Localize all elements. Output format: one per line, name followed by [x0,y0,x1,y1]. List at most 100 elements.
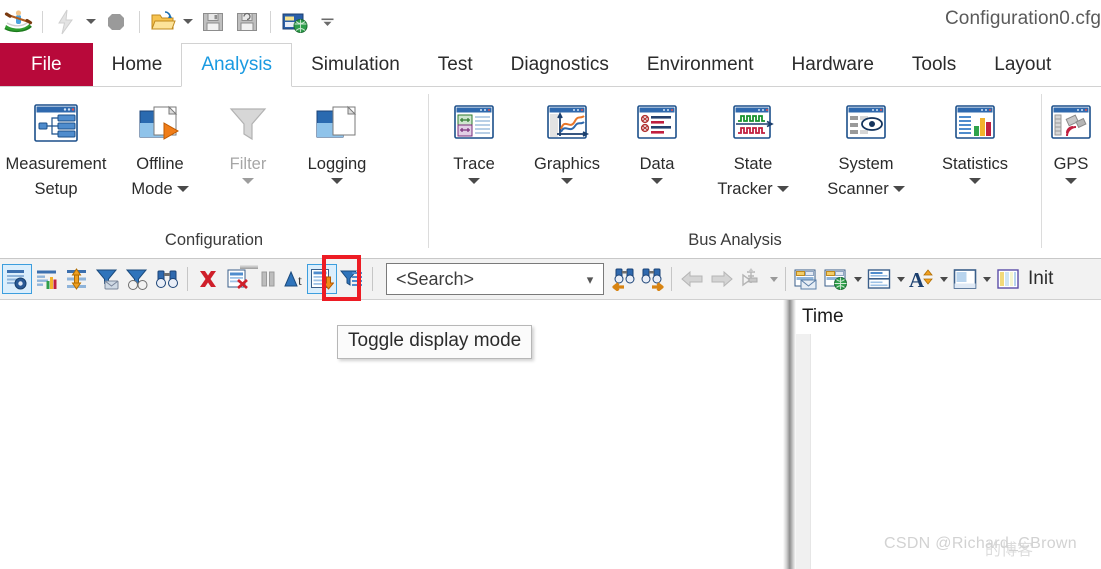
chevron-down-icon[interactable] [242,178,254,184]
ribbon-label-offline-mode-line1: Offline [136,155,184,173]
ribbon-group-title-gps [1042,250,1100,258]
open-dropdown-caret-icon[interactable] [180,19,196,24]
ribbon-button-state-tracker[interactable]: State Tracker [699,96,807,200]
tab-file[interactable]: File [0,43,93,86]
find-button[interactable] [152,264,182,294]
column-header-time[interactable]: Time [796,300,1101,334]
chevron-down-icon[interactable] [776,186,789,192]
ribbon-label-state-tracker-line1: State [733,155,773,173]
open-folder-icon[interactable] [146,5,180,39]
ribbon-logging-caret-row [331,178,343,184]
ribbon-button-system-scanner[interactable]: System Scanner [807,96,925,200]
trace-settings-button[interactable] [2,264,32,294]
ribbon-button-trace[interactable]: Trace [429,96,519,184]
trace-icon [450,98,498,150]
ribbon-label-measurement-setup-line1: Measurement [5,155,107,173]
chevron-down-icon[interactable] [1065,178,1077,184]
chevron-down-icon[interactable] [651,178,663,184]
search-input-value[interactable]: <Search> [396,269,581,290]
ribbon-button-filter[interactable]: Filter [208,96,288,184]
publish-web-button[interactable] [821,264,851,294]
expand-rows-button[interactable] [62,264,92,294]
ribbon-label-offline-mode-line2: Mode [131,178,189,200]
tab-home[interactable]: Home [93,43,182,86]
find-previous-button[interactable] [610,264,638,294]
save-icon[interactable] [196,5,230,39]
svg-text:A: A [909,268,925,291]
window-layout-dropdown-caret-icon[interactable] [980,276,993,282]
find-next-button[interactable] [638,264,666,294]
chevron-down-icon[interactable] [969,178,981,184]
ribbon-button-gps[interactable]: GPS [1042,96,1100,184]
chevron-down-icon[interactable] [331,178,343,184]
ribbon-gps-caret-row [1065,178,1077,184]
search-input[interactable]: <Search> ▾ [386,263,604,295]
row-gutter [796,334,811,569]
export-button[interactable] [791,264,821,294]
tooltip: Toggle display mode [337,325,533,359]
ribbon-label-logging: Logging [307,155,367,173]
marker-button[interactable] [737,264,767,294]
ribbon-button-graphics[interactable]: Graphics [519,96,615,184]
ribbon-label-data: Data [639,155,675,173]
init-label: Init [1028,268,1054,289]
column-filter-button[interactable] [337,264,367,294]
navigate-back-button[interactable] [677,264,707,294]
chevron-down-icon[interactable] [892,186,905,192]
ribbon-button-statistics[interactable]: Statistics [925,96,1025,184]
ribbon-button-measurement-setup[interactable]: Measurement Setup [0,96,112,200]
window-layout-button[interactable] [950,264,980,294]
font-size-button[interactable]: A [907,264,937,294]
publish-dropdown-caret-icon[interactable] [851,276,864,282]
analysis-filter-button[interactable] [122,264,152,294]
ribbon-graphics-caret-row [561,178,573,184]
tab-hardware[interactable]: Hardware [773,43,893,86]
ribbon-panel: Measurement Setup Offline Mode Filter Lo… [0,87,1101,259]
tab-layout[interactable]: Layout [975,43,1070,86]
lightning-dropdown-caret-icon[interactable] [83,19,99,24]
toggle-display-mode-button[interactable] [307,264,337,294]
tab-tools[interactable]: Tools [893,43,975,86]
layout-button[interactable] [864,264,894,294]
ribbon-label-gps: GPS [1053,155,1089,173]
navigate-forward-button[interactable] [707,264,737,294]
offline-mode-icon [136,98,184,150]
clear-button[interactable] [193,264,223,294]
sort-by-time-button[interactable]: t [283,264,307,294]
tab-environment[interactable]: Environment [628,43,773,86]
statistics-view-button[interactable] [32,264,62,294]
layout-dropdown-caret-icon[interactable] [894,276,907,282]
lightning-icon[interactable] [49,5,83,39]
marker-dropdown-caret-icon[interactable] [767,276,780,282]
tab-test[interactable]: Test [419,43,492,86]
horizontal-scroll-nub[interactable] [240,265,258,269]
chevron-down-icon[interactable] [468,178,480,184]
toolbar-separator-1 [187,267,188,291]
app-logo-icon[interactable] [0,5,36,39]
network-config-icon[interactable] [277,5,311,39]
qat-overflow-caret-icon[interactable] [319,16,335,28]
filter-messages-button[interactable] [92,264,122,294]
ribbon-button-offline-mode[interactable]: Offline Mode [112,96,208,200]
vertical-splitter[interactable] [783,300,796,569]
chevron-down-icon[interactable] [176,186,189,192]
font-size-dropdown-caret-icon[interactable] [937,276,950,282]
ribbon-label-graphics: Graphics [533,155,601,173]
ribbon-filter-caret-row [242,178,254,184]
chevron-down-icon[interactable]: ▾ [581,273,599,286]
ribbon-button-data[interactable]: Data [615,96,699,184]
save-as-icon[interactable] [230,5,264,39]
system-scanner-line2-text: Scanner [827,180,889,198]
system-scanner-icon [842,98,890,150]
tab-simulation[interactable]: Simulation [292,43,419,86]
color-columns-button[interactable] [993,264,1023,294]
tab-analysis[interactable]: Analysis [181,43,293,87]
ribbon-group-title-bus-analysis: Bus Analysis [688,231,782,249]
ribbon-button-logging[interactable]: Logging [288,96,386,184]
stop-record-icon[interactable] [99,5,133,39]
gps-icon [1047,98,1095,150]
tab-diagnostics[interactable]: Diagnostics [492,43,628,86]
chevron-down-icon[interactable] [561,178,573,184]
ribbon-group-bus-analysis: Trace Graphics Data State Tracker System… [429,87,1041,258]
watermark: CSDN @Richard_CBrown [884,535,1077,552]
